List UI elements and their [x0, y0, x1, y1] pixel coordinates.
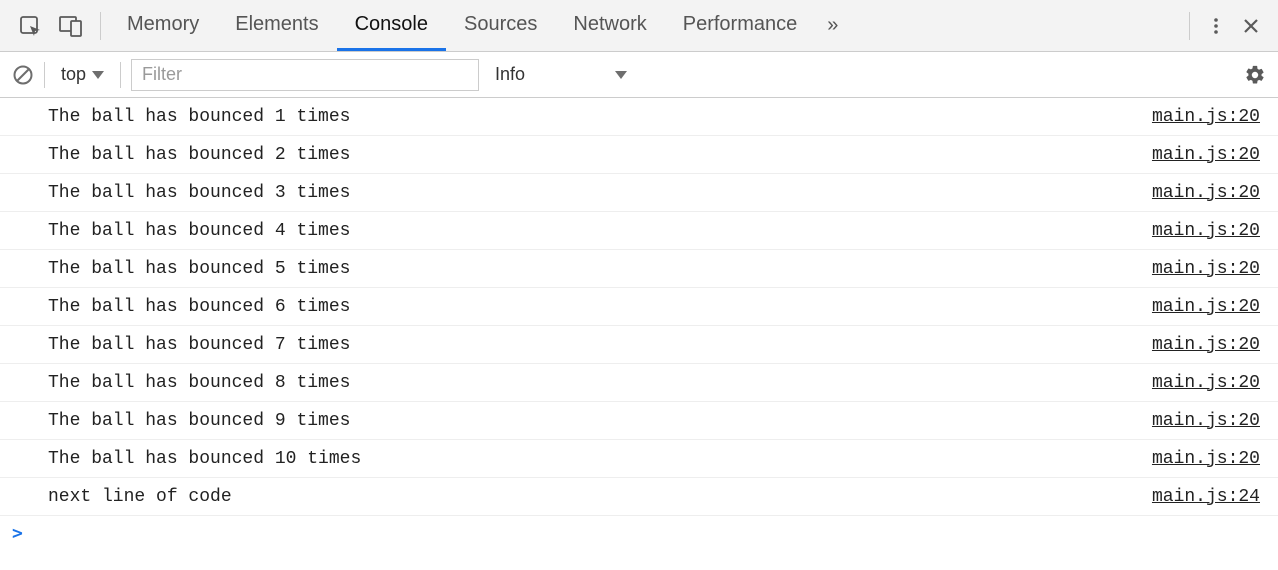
log-message: The ball has bounced 3 times [48, 183, 1152, 203]
chevron-down-icon [92, 71, 104, 79]
clear-console-icon[interactable] [12, 64, 34, 86]
log-source-link[interactable]: main.js:20 [1152, 411, 1260, 431]
tab-console[interactable]: Console [337, 0, 446, 51]
prompt-caret-icon: > [12, 523, 23, 544]
log-message: The ball has bounced 6 times [48, 297, 1152, 317]
log-source-link[interactable]: main.js:20 [1152, 183, 1260, 203]
log-source-link[interactable]: main.js:20 [1152, 335, 1260, 355]
tabstrip-divider [100, 12, 101, 40]
close-devtools-icon[interactable] [1234, 8, 1268, 44]
console-log-row: The ball has bounced 9 times main.js:20 [0, 402, 1278, 440]
log-message: The ball has bounced 5 times [48, 259, 1152, 279]
panel-tabs: Memory Elements Console Sources Network … [109, 0, 850, 51]
log-source-link[interactable]: main.js:20 [1152, 107, 1260, 127]
log-source-link[interactable]: main.js:20 [1152, 221, 1260, 241]
tab-sources[interactable]: Sources [446, 0, 555, 51]
log-source-link[interactable]: main.js:20 [1152, 259, 1260, 279]
log-message: The ball has bounced 10 times [48, 449, 1152, 469]
toolbar-divider [120, 62, 121, 88]
console-log-row: The ball has bounced 2 times main.js:20 [0, 136, 1278, 174]
log-source-link[interactable]: main.js:24 [1152, 487, 1260, 507]
inspect-element-icon[interactable] [10, 8, 50, 44]
console-log-row: The ball has bounced 5 times main.js:20 [0, 250, 1278, 288]
console-log-row: The ball has bounced 4 times main.js:20 [0, 212, 1278, 250]
console-log-row: The ball has bounced 8 times main.js:20 [0, 364, 1278, 402]
log-message: The ball has bounced 2 times [48, 145, 1152, 165]
console-log-row: The ball has bounced 1 times main.js:20 [0, 98, 1278, 136]
execution-context-label: top [61, 64, 86, 85]
console-filter-input[interactable] [131, 59, 479, 91]
tab-network[interactable]: Network [555, 0, 664, 51]
log-source-link[interactable]: main.js:20 [1152, 145, 1260, 165]
console-prompt[interactable]: > [0, 516, 1278, 550]
console-log-row: The ball has bounced 6 times main.js:20 [0, 288, 1278, 326]
tab-elements[interactable]: Elements [217, 0, 336, 51]
console-log-list: The ball has bounced 1 times main.js:20 … [0, 98, 1278, 516]
log-message: The ball has bounced 7 times [48, 335, 1152, 355]
console-settings-icon[interactable] [1244, 64, 1266, 86]
console-toolbar: top Info [0, 52, 1278, 98]
execution-context-selector[interactable]: top [55, 64, 110, 85]
log-source-link[interactable]: main.js:20 [1152, 373, 1260, 393]
kebab-menu-icon[interactable] [1198, 8, 1234, 44]
tabstrip-divider-right [1189, 12, 1190, 40]
log-message: The ball has bounced 4 times [48, 221, 1152, 241]
log-message: next line of code [48, 487, 1152, 507]
tabs-overflow-button[interactable]: » [815, 0, 850, 51]
console-log-row: The ball has bounced 10 times main.js:20 [0, 440, 1278, 478]
log-source-link[interactable]: main.js:20 [1152, 297, 1260, 317]
log-message: The ball has bounced 8 times [48, 373, 1152, 393]
log-message: The ball has bounced 9 times [48, 411, 1152, 431]
device-toolbar-icon[interactable] [50, 8, 92, 44]
log-source-link[interactable]: main.js:20 [1152, 449, 1260, 469]
log-message: The ball has bounced 1 times [48, 107, 1152, 127]
toolbar-divider [44, 62, 45, 88]
chevron-down-icon [615, 71, 627, 79]
console-log-row: next line of code main.js:24 [0, 478, 1278, 516]
tab-memory[interactable]: Memory [109, 0, 217, 51]
console-log-row: The ball has bounced 7 times main.js:20 [0, 326, 1278, 364]
log-level-selector[interactable]: Info [489, 64, 633, 85]
log-level-label: Info [495, 64, 525, 85]
console-log-row: The ball has bounced 3 times main.js:20 [0, 174, 1278, 212]
devtools-tabstrip: Memory Elements Console Sources Network … [0, 0, 1278, 52]
tab-performance[interactable]: Performance [665, 0, 816, 51]
